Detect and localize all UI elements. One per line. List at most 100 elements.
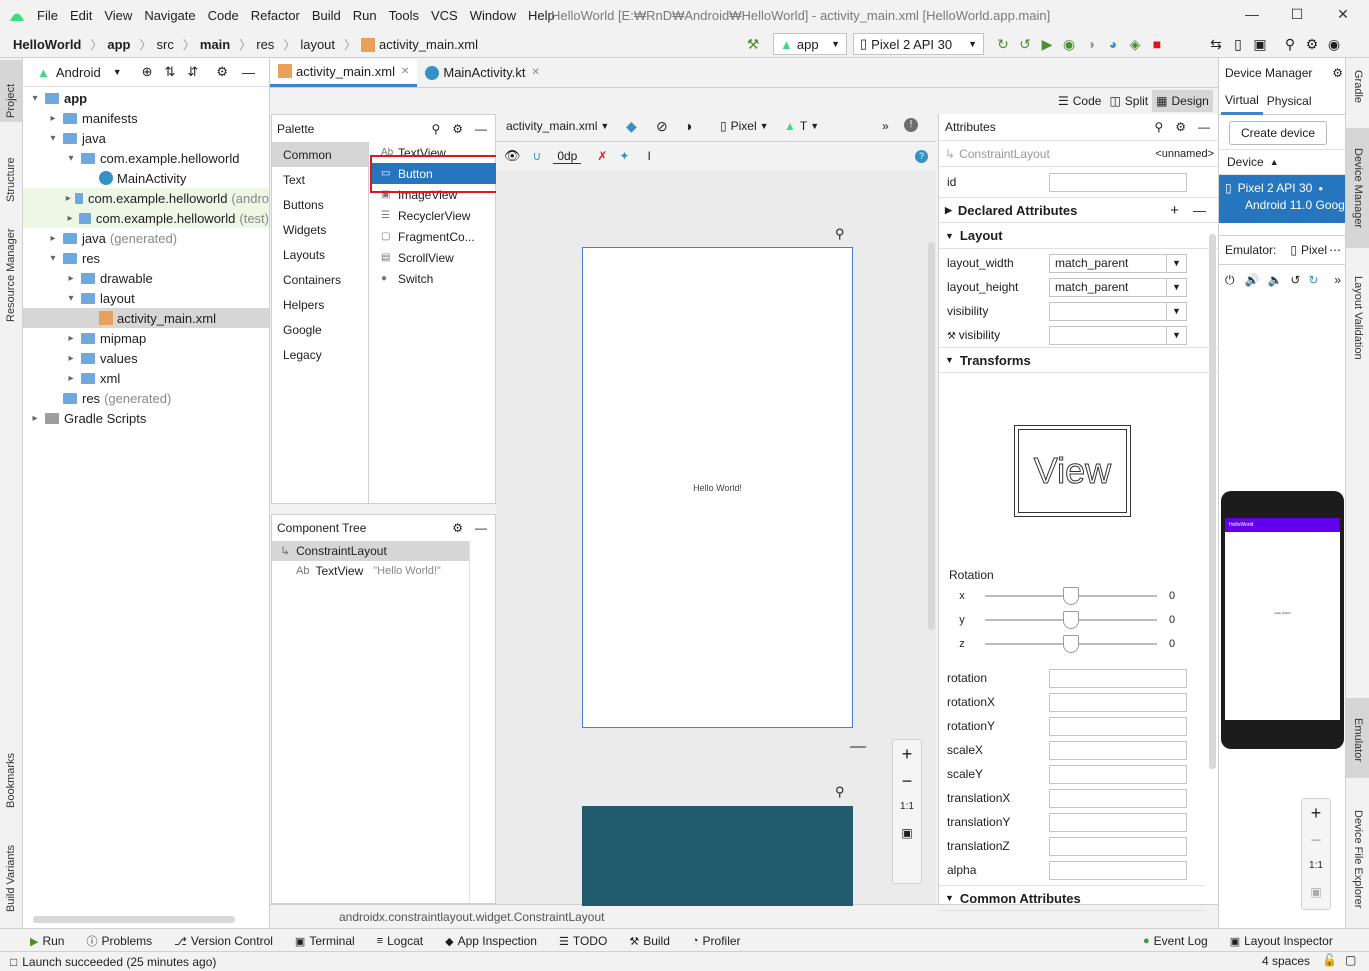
menu-edit[interactable]: Edit xyxy=(70,8,92,23)
expand-arrow-icon[interactable]: ▸ xyxy=(65,353,77,364)
menu-code[interactable]: Code xyxy=(208,8,239,23)
expand-arrow-icon[interactable]: ▸ xyxy=(65,373,77,384)
breadcrumb-item[interactable]: res xyxy=(256,37,274,52)
close-icon[interactable]: ✕ xyxy=(401,66,409,77)
remove-attribute-icon[interactable]: — xyxy=(1193,203,1206,218)
palette-category-containers[interactable]: Containers xyxy=(272,267,368,292)
menu-window[interactable]: Window xyxy=(470,8,516,23)
more-actions-icon[interactable]: » xyxy=(882,119,889,133)
tab-virtual[interactable]: Virtual xyxy=(1221,87,1263,115)
zoom-out-button[interactable]: − xyxy=(893,768,921,794)
minimize-button[interactable]: — xyxy=(1242,6,1262,26)
emulator-tab[interactable]: Pixel 2 xyxy=(1301,243,1327,257)
blueprint-preview[interactable] xyxy=(582,806,853,906)
gear-icon[interactable]: ⚙ xyxy=(1175,120,1186,134)
orientation-icon[interactable]: ⊘ xyxy=(656,118,668,135)
gear-icon[interactable]: ⚙ xyxy=(452,122,463,136)
section-common-attributes[interactable]: ▼ Common Attributes xyxy=(939,885,1205,911)
tree-node[interactable]: ▸ java (generated) xyxy=(23,228,269,248)
slider-thumb[interactable] xyxy=(1063,611,1079,629)
zoom-in-button[interactable]: + xyxy=(893,740,921,768)
zoom-fit-button[interactable]: ▣ xyxy=(1302,879,1330,905)
menu-navigate[interactable]: Navigate xyxy=(144,8,195,23)
slider-thumb[interactable] xyxy=(1063,587,1079,605)
expand-arrow-icon[interactable]: ▸ xyxy=(29,413,41,424)
device-preview-select[interactable]: ▯ Pixel ▼ xyxy=(720,119,769,133)
layout-inspector-button[interactable]: ▣ Layout Inspector xyxy=(1230,934,1333,948)
layout-preview[interactable]: Hello World! xyxy=(582,247,853,728)
close-window-button[interactable]: ✕ xyxy=(1333,6,1353,26)
zoom-in-button[interactable]: + xyxy=(1302,799,1330,827)
tab-structure[interactable]: Structure xyxy=(0,138,23,208)
attr-select[interactable]: ▼ xyxy=(1049,301,1187,321)
rotation-slider[interactable] xyxy=(985,587,1157,605)
lock-icon[interactable]: 🔓 xyxy=(1322,953,1337,967)
breadcrumb-item[interactable]: app xyxy=(107,37,130,52)
menu-view[interactable]: View xyxy=(104,8,132,23)
attr-select[interactable]: ▼ xyxy=(1049,325,1187,345)
expand-all-icon[interactable]: ⇅ xyxy=(165,64,176,80)
chevron-down-icon[interactable]: ▼ xyxy=(113,67,122,77)
palette-category-common[interactable]: Common xyxy=(272,142,368,167)
apply-code-changes-icon[interactable]: ↺ xyxy=(1014,33,1036,55)
tab-device-manager[interactable]: Device Manager xyxy=(1346,128,1369,248)
tab-device-file-explorer[interactable]: Device File Explorer xyxy=(1346,790,1369,920)
menu-vcs[interactable]: VCS xyxy=(431,8,458,23)
tab-emulator[interactable]: Emulator xyxy=(1346,698,1369,778)
expand-arrow-icon[interactable]: ▸ xyxy=(47,113,59,124)
create-device-button[interactable]: Create device xyxy=(1229,121,1327,145)
expand-arrow-icon[interactable]: ▸ xyxy=(65,333,77,344)
expand-arrow-icon[interactable]: ▾ xyxy=(47,253,59,264)
tree-node[interactable]: ▸ mipmap xyxy=(23,328,269,348)
tool-tab-logcat[interactable]: ≡ Logcat xyxy=(377,934,423,948)
gear-icon[interactable]: ⚙ xyxy=(1301,33,1323,55)
hide-panel-icon[interactable]: — xyxy=(1198,120,1210,134)
tool-tab-version-control[interactable]: ⎇ Version Control xyxy=(174,934,273,948)
profile-icon[interactable]: ◕ xyxy=(1102,33,1124,55)
expand-arrow-icon[interactable]: ▾ xyxy=(65,293,77,304)
design-mode-button[interactable]: ▦ Design xyxy=(1152,90,1213,112)
palette-category-layouts[interactable]: Layouts xyxy=(272,242,368,267)
magnet-icon[interactable]: ∪ xyxy=(533,149,542,163)
palette-category-buttons[interactable]: Buttons xyxy=(272,192,368,217)
device-select[interactable]: ▯ Pixel 2 API 30 ▼ xyxy=(853,33,984,55)
event-log-button[interactable]: ● Event Log xyxy=(1143,934,1208,948)
tree-node[interactable]: ▾ com.example.helloworld xyxy=(23,148,269,168)
hello-world-text[interactable]: Hello World! xyxy=(583,483,852,493)
breadcrumb-item[interactable]: activity_main.xml xyxy=(379,37,478,52)
clear-constraints-icon[interactable]: ✗ xyxy=(597,149,607,163)
build-hammer-icon[interactable]: ⚒ xyxy=(742,33,764,55)
tab-layout-validation[interactable]: Layout Validation xyxy=(1346,256,1369,380)
tab-activity-main[interactable]: activity_main.xml ✕ xyxy=(270,58,418,87)
menu-refactor[interactable]: Refactor xyxy=(251,8,300,23)
device-column-header[interactable]: Device ▲ xyxy=(1219,149,1345,175)
default-margin-input[interactable]: 0dp xyxy=(553,149,582,164)
id-input[interactable] xyxy=(1049,172,1187,192)
search-icon[interactable]: ⚲ xyxy=(431,122,440,136)
attr-input[interactable] xyxy=(1049,788,1187,808)
menu-tools[interactable]: Tools xyxy=(389,8,419,23)
tab-bookmarks[interactable]: Bookmarks xyxy=(0,726,23,812)
stop-icon[interactable]: ■ xyxy=(1146,33,1168,55)
tab-physical[interactable]: Physical xyxy=(1263,88,1316,114)
hide-panel-icon[interactable]: — xyxy=(475,122,487,136)
more-icon[interactable]: ⋯ xyxy=(1329,243,1341,257)
attr-input[interactable] xyxy=(1049,716,1187,736)
zoom-actual-button[interactable]: 1:1 xyxy=(1302,853,1330,879)
search-icon[interactable]: ⚲ xyxy=(1154,120,1163,134)
power-icon[interactable]: ⏻ xyxy=(1225,273,1235,288)
tree-node[interactable]: ▾ java xyxy=(23,128,269,148)
tool-tab-profiler[interactable]: ◔ Profiler xyxy=(692,934,741,948)
tool-tab-app-inspection[interactable]: ◆ App Inspection xyxy=(445,934,537,948)
palette-category-helpers[interactable]: Helpers xyxy=(272,292,368,317)
breadcrumb-item[interactable]: HelloWorld xyxy=(13,37,81,52)
attr-select[interactable]: match_parent ▼ xyxy=(1049,277,1187,297)
device-manager-icon[interactable]: ▯ xyxy=(1227,33,1249,55)
tree-node[interactable]: ▾ layout xyxy=(23,288,269,308)
attr-input[interactable] xyxy=(1049,860,1187,880)
gear-icon[interactable]: ⚙ xyxy=(452,521,463,535)
tool-tab-todo[interactable]: ☰ TODO xyxy=(559,934,607,948)
infer-constraints-icon[interactable]: ✦ xyxy=(619,149,629,163)
rotation-slider[interactable] xyxy=(985,635,1157,653)
horizontal-scrollbar[interactable] xyxy=(33,916,235,923)
